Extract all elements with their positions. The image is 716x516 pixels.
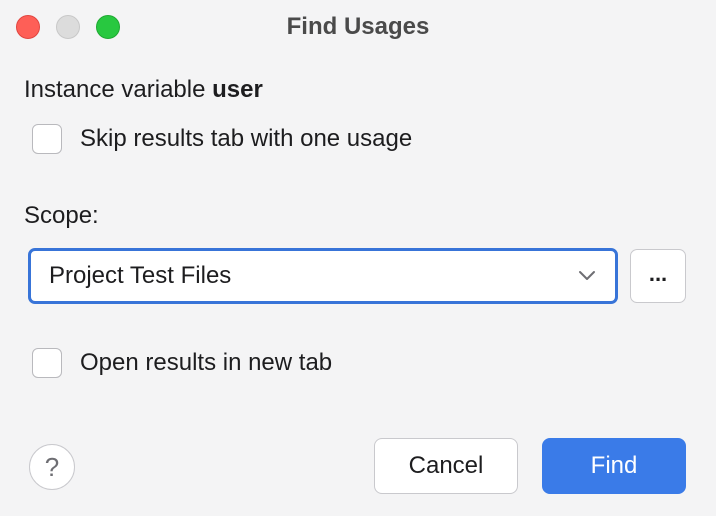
cancel-button[interactable]: Cancel bbox=[374, 438, 518, 494]
skip-results-tab-label[interactable]: Skip results tab with one usage bbox=[80, 125, 412, 153]
open-in-new-tab-checkbox[interactable] bbox=[32, 348, 62, 378]
scope-dropdown[interactable]: Project Test Files bbox=[28, 248, 618, 304]
target-name: user bbox=[212, 76, 263, 103]
find-button[interactable]: Find bbox=[542, 438, 686, 494]
target-description: Instance variable user bbox=[24, 76, 263, 104]
target-kind: Instance variable bbox=[24, 76, 206, 103]
skip-results-tab-option[interactable]: Skip results tab with one usage bbox=[32, 124, 412, 154]
choose-scope-button[interactable]: ... bbox=[630, 249, 686, 303]
dialog-title: Find Usages bbox=[286, 13, 430, 40]
help-button[interactable]: ? bbox=[29, 444, 75, 490]
scope-label: Scope: bbox=[24, 202, 99, 229]
find-usages-dialog: Find Usages Instance variable user Skip … bbox=[0, 0, 716, 516]
skip-results-tab-checkbox[interactable] bbox=[32, 124, 62, 154]
scope-selected-value: Project Test Files bbox=[49, 262, 232, 289]
chevron-down-icon[interactable] bbox=[577, 266, 597, 286]
open-in-new-tab-option[interactable]: Open results in new tab bbox=[32, 348, 332, 378]
open-in-new-tab-label[interactable]: Open results in new tab bbox=[80, 349, 332, 377]
title-bar: Find Usages bbox=[0, 0, 716, 56]
